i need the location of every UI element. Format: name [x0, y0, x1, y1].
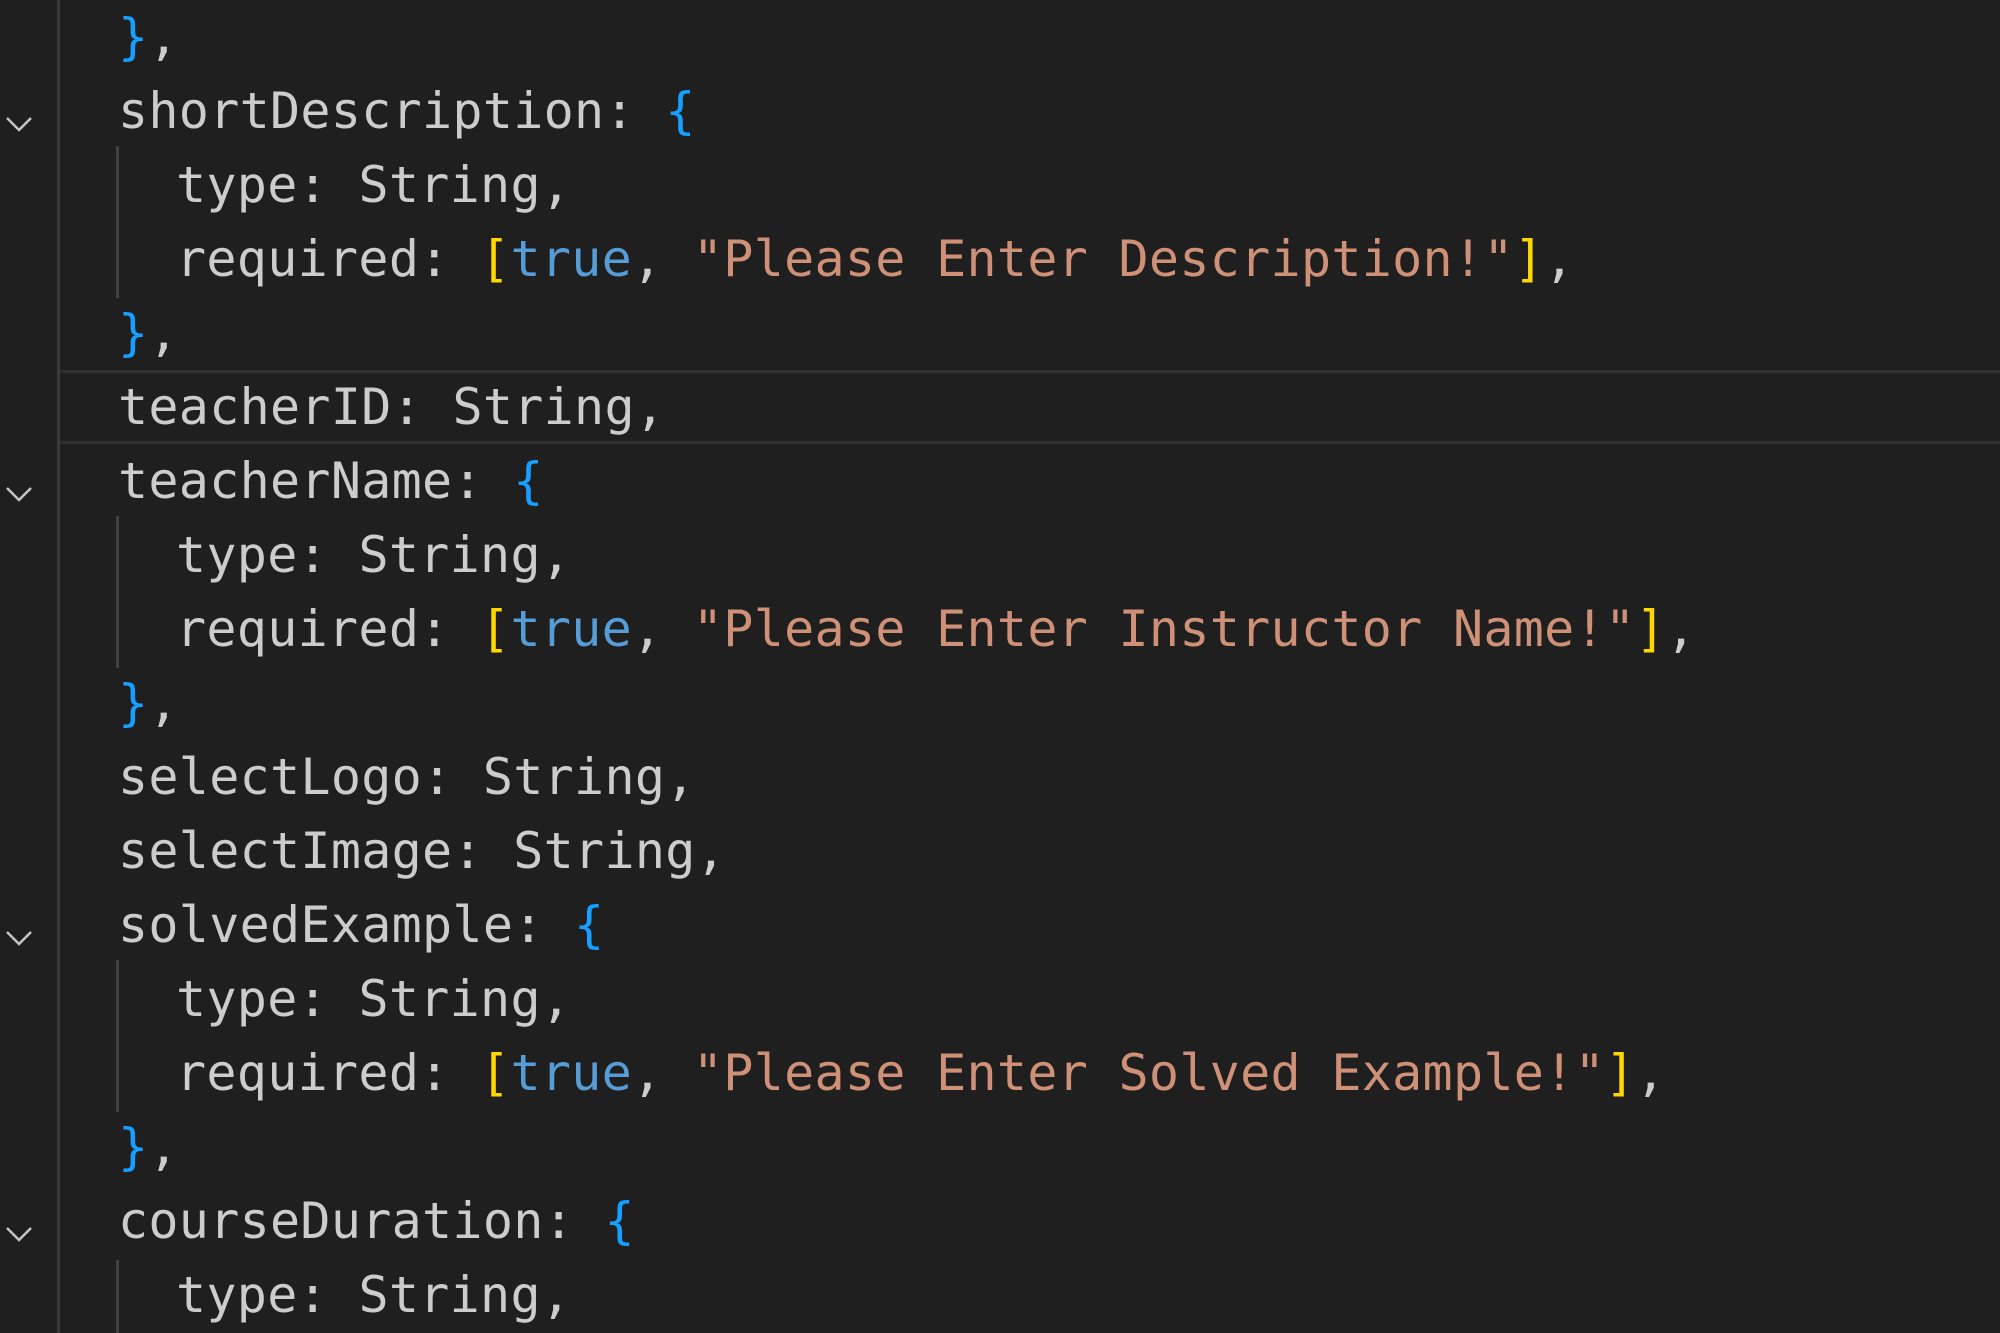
code-text: type: String, [176, 970, 572, 1028]
code-line[interactable]: shortDescription: { [0, 74, 2000, 148]
chevron-down-icon[interactable] [2, 1204, 36, 1242]
code-line[interactable]: type: String, [0, 148, 2000, 222]
chevron-down-icon[interactable] [2, 94, 36, 132]
code-line[interactable]: courseDuration: { [0, 1184, 2000, 1258]
code-line[interactable]: type: String, [0, 962, 2000, 1036]
code-line[interactable]: solvedExample: { [0, 888, 2000, 962]
chevron-down-icon[interactable] [2, 464, 36, 502]
code-line[interactable]: selectImage: String, [0, 814, 2000, 888]
code-line[interactable]: selectLogo: String, [0, 740, 2000, 814]
code-text: type: String, [176, 526, 572, 584]
code-text: type: String, [176, 156, 572, 214]
code-editor[interactable]: }, shortDescription: { type: String, req… [0, 0, 2000, 1333]
code-text: }, [118, 304, 179, 362]
code-line[interactable]: type: String, [0, 518, 2000, 592]
code-text: required: [true, "Please Enter Descripti… [176, 230, 1575, 288]
code-text: }, [118, 8, 179, 66]
code-line[interactable]: }, [0, 666, 2000, 740]
code-text: selectImage: String, [118, 822, 727, 880]
code-line[interactable]: }, [0, 0, 2000, 74]
code-line[interactable]: required: [true, "Please Enter Instructo… [0, 592, 2000, 666]
code-line[interactable]: required: [true, "Please Enter Descripti… [0, 222, 2000, 296]
code-line[interactable]: }, [0, 1110, 2000, 1184]
code-text: }, [118, 674, 179, 732]
code-text: teacherName: { [118, 452, 544, 510]
code-text: teacherID: String, [118, 378, 666, 436]
code-text: required: [true, "Please Enter Solved Ex… [176, 1044, 1666, 1102]
chevron-down-icon[interactable] [2, 908, 36, 946]
code-text: shortDescription: { [118, 82, 696, 140]
current-code-line[interactable]: teacherID: String, [60, 370, 2000, 444]
code-line[interactable]: }, [0, 296, 2000, 370]
code-text: }, [118, 1118, 179, 1176]
code-text: selectLogo: String, [118, 748, 696, 806]
code-text: type: String, [176, 1266, 572, 1324]
code-text: required: [true, "Please Enter Instructo… [176, 600, 1697, 658]
code-text: courseDuration: { [118, 1192, 635, 1250]
code-line[interactable]: teacherName: { [0, 444, 2000, 518]
code-text: solvedExample: { [118, 896, 605, 954]
code-line[interactable]: required: [true, "Please Enter Solved Ex… [0, 1036, 2000, 1110]
code-line[interactable]: type: String, [0, 1258, 2000, 1332]
